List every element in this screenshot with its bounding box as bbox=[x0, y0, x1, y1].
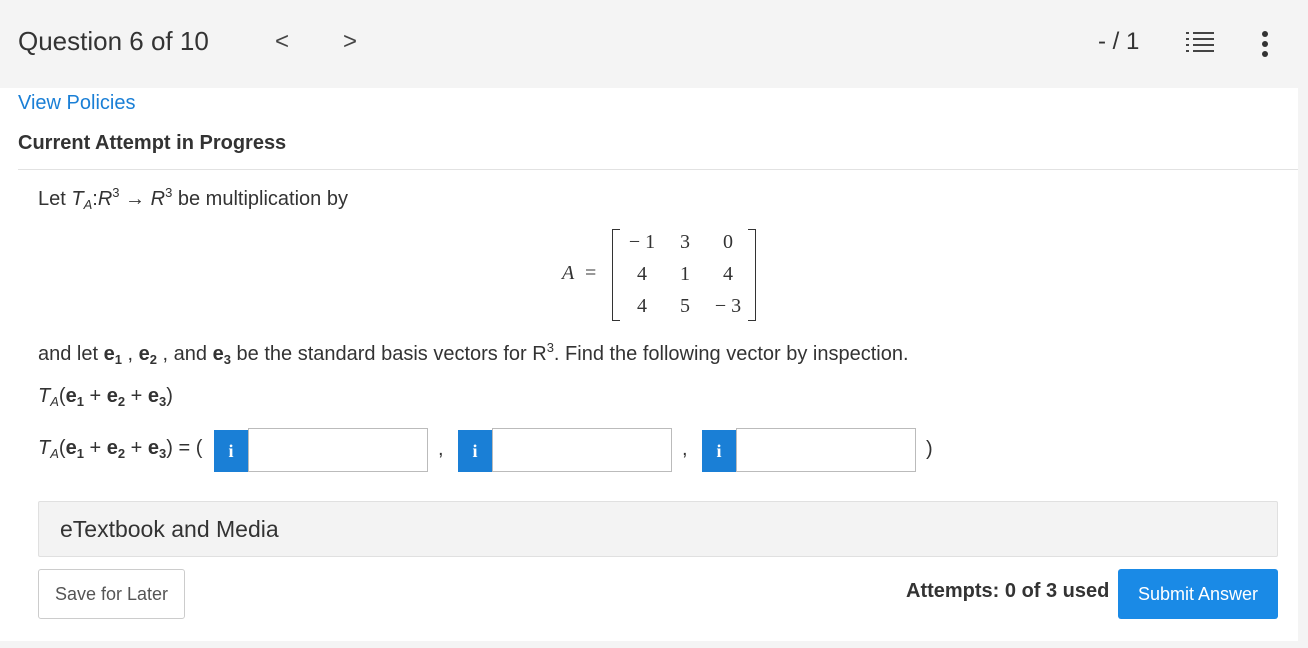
attempts-counter: Attempts: 0 of 3 used bbox=[906, 580, 1110, 602]
numbered-list-icon[interactable] bbox=[1186, 30, 1214, 56]
info-icon[interactable]: i bbox=[214, 430, 248, 472]
divider bbox=[18, 169, 1298, 170]
answer-expression: TA(e1 + e2 + e3) = ( bbox=[38, 437, 203, 461]
matrix-A: − 1 3 0 4 1 4 4 5 − 3 bbox=[612, 229, 756, 321]
score-display: - / 1 bbox=[1098, 28, 1140, 55]
info-icon[interactable]: i bbox=[702, 430, 736, 472]
submit-answer-button[interactable]: Submit Answer bbox=[1118, 569, 1278, 619]
save-for-later-button[interactable]: Save for Later bbox=[38, 569, 185, 619]
matrix-cell: 1 bbox=[680, 263, 690, 285]
answer-input-1[interactable] bbox=[248, 428, 428, 472]
target-expression: TA(e1 + e2 + e3) bbox=[38, 385, 173, 409]
answer-input-2[interactable] bbox=[492, 428, 672, 472]
matrix-cell: 0 bbox=[723, 231, 733, 253]
problem-intro: Let TA:R3 → R3 be multiplication by bbox=[38, 185, 348, 212]
matrix-label: A bbox=[562, 262, 575, 284]
info-icon[interactable]: i bbox=[458, 430, 492, 472]
matrix-cell: 4 bbox=[723, 263, 733, 285]
answer-input-3[interactable] bbox=[736, 428, 916, 472]
matrix-equals: = bbox=[585, 262, 597, 284]
view-policies-link[interactable]: View Policies bbox=[18, 92, 135, 115]
matrix-cell: 4 bbox=[637, 295, 647, 317]
matrix-cell: − 3 bbox=[714, 295, 742, 317]
question-panel: View Policies Current Attempt in Progres… bbox=[0, 88, 1298, 641]
previous-question-button[interactable]: < bbox=[271, 28, 293, 56]
left-bracket bbox=[612, 229, 620, 321]
matrix-cell: 5 bbox=[680, 295, 690, 317]
top-bar: Question 6 of 10 < > - / 1 bbox=[0, 0, 1308, 88]
vertical-ellipsis-icon[interactable] bbox=[1258, 30, 1272, 58]
etextbook-media-section[interactable]: eTextbook and Media bbox=[38, 501, 1278, 557]
etextbook-media-label: eTextbook and Media bbox=[60, 516, 279, 542]
next-question-button[interactable]: > bbox=[339, 28, 361, 56]
comma-separator: , bbox=[682, 438, 688, 460]
comma-separator: , bbox=[438, 438, 444, 460]
basis-sentence: and let e1 , e2 , and e3 be the standard… bbox=[38, 340, 909, 367]
matrix-cell: − 1 bbox=[628, 231, 656, 253]
question-counter: Question 6 of 10 bbox=[18, 26, 209, 56]
right-bracket bbox=[748, 229, 756, 321]
close-paren: ) bbox=[926, 438, 933, 460]
matrix-cell: 4 bbox=[637, 263, 647, 285]
attempt-heading: Current Attempt in Progress bbox=[18, 132, 287, 154]
matrix-cell: 3 bbox=[680, 231, 690, 253]
